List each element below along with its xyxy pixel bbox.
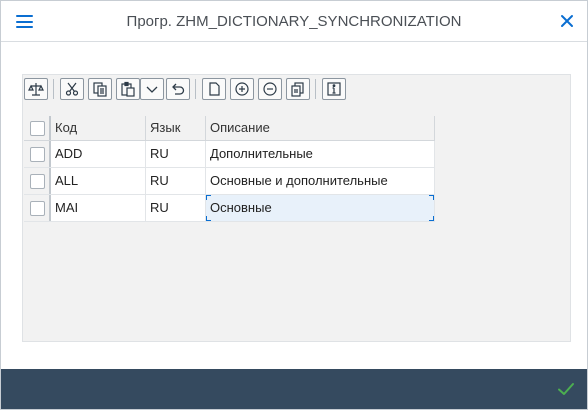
row-selector xyxy=(24,141,51,167)
column-header-language[interactable]: Язык xyxy=(146,116,206,140)
column-header-code[interactable]: Код xyxy=(51,116,146,140)
cell-code[interactable]: MAI xyxy=(51,195,146,221)
copy-button[interactable] xyxy=(88,78,112,100)
cell-language[interactable]: RU xyxy=(146,168,206,194)
cell-description[interactable]: Дополнительные xyxy=(206,141,435,167)
table-toolbar xyxy=(24,78,569,102)
cell-description[interactable]: Основные и дополнительные xyxy=(206,168,435,194)
duplicate-row-button[interactable] xyxy=(286,78,310,100)
table-header: Код Язык Описание xyxy=(24,116,435,141)
hamburger-menu-icon[interactable] xyxy=(16,15,33,28)
dialog-titlebar: Прогр. ZHM_DICTIONARY_SYNCHRONIZATION xyxy=(1,1,587,42)
row-checkbox[interactable] xyxy=(30,201,45,216)
table-control-area: Код Язык Описание ADD RU Дополнительные … xyxy=(22,74,571,342)
row-selector xyxy=(24,168,51,194)
cell-language[interactable]: RU xyxy=(146,141,206,167)
select-all-column xyxy=(24,116,51,140)
cut-button[interactable] xyxy=(60,78,84,100)
row-selector xyxy=(24,195,51,221)
insert-row-button[interactable] xyxy=(230,78,254,100)
new-entry-button[interactable] xyxy=(202,78,226,100)
cell-description-text: Основные xyxy=(210,200,272,215)
dialog-title: Прогр. ZHM_DICTIONARY_SYNCHRONIZATION xyxy=(126,13,462,30)
column-header-description[interactable]: Описание xyxy=(206,116,435,140)
row-checkbox[interactable] xyxy=(30,147,45,162)
select-all-checkbox[interactable] xyxy=(30,121,45,136)
cell-description-focused[interactable]: Основные xyxy=(206,195,435,221)
confirm-checkmark-icon[interactable] xyxy=(557,381,575,397)
row-checkbox[interactable] xyxy=(30,174,45,189)
table-row[interactable]: ADD RU Дополнительные xyxy=(24,141,435,168)
paste-button[interactable] xyxy=(116,78,140,100)
cell-language[interactable]: RU xyxy=(146,195,206,221)
dialog-footer xyxy=(1,369,587,409)
close-icon[interactable] xyxy=(559,13,575,29)
cell-code[interactable]: ADD xyxy=(51,141,146,167)
paste-dropdown-button[interactable] xyxy=(140,78,164,100)
undo-button[interactable] xyxy=(166,78,190,100)
info-button[interactable] xyxy=(322,78,346,100)
table-row[interactable]: ALL RU Основные и дополнительные xyxy=(24,168,435,195)
details-button[interactable] xyxy=(24,78,48,100)
dialog-window: Прогр. ZHM_DICTIONARY_SYNCHRONIZATION Ко… xyxy=(0,0,588,410)
cell-code[interactable]: ALL xyxy=(51,168,146,194)
table-row[interactable]: MAI RU Основные xyxy=(24,195,435,222)
delete-row-button[interactable] xyxy=(258,78,282,100)
